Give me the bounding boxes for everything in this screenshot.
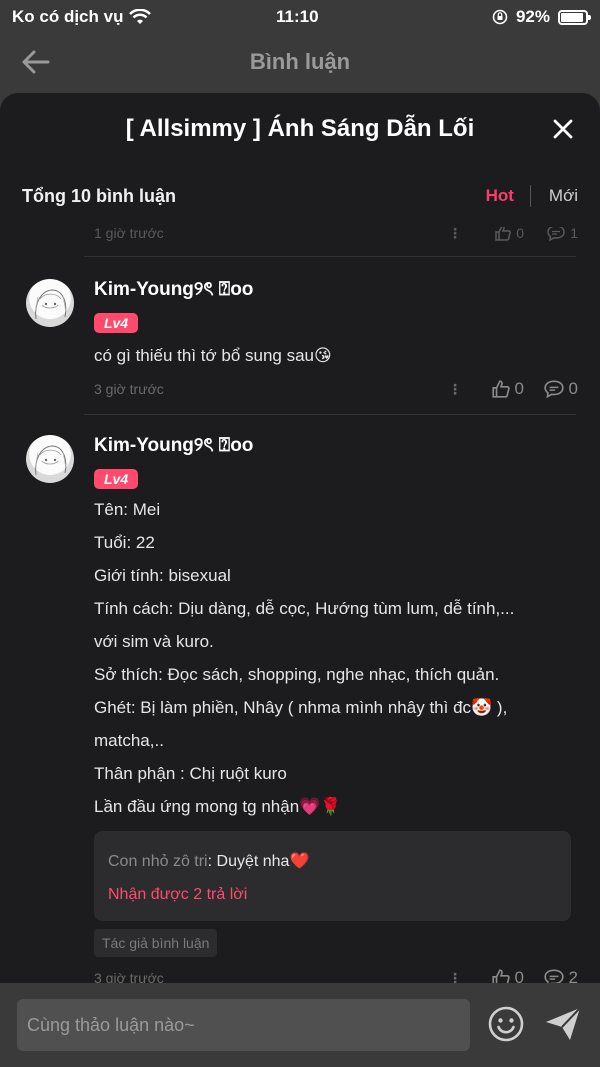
avatar[interactable] (26, 435, 74, 483)
reply-button[interactable]: 2 (524, 968, 578, 983)
thumbs-up-icon (495, 227, 512, 241)
comment-line: Ghét: Bị làm phiền, Nhây ( nhma mình nhâ… (94, 698, 508, 717)
username[interactable]: Kim-Young୨ৎ ⍰oo (94, 275, 578, 307)
like-button[interactable]: 0 (470, 227, 524, 242)
battery-percent: 92% (515, 7, 550, 26)
comment-line: Sở thích: Đọc sách, shopping, nghe nhạc,… (94, 665, 500, 684)
more-icon[interactable]: ⋮ (440, 970, 470, 984)
reply-button[interactable]: 1 (524, 227, 578, 242)
comment-line: Thân phận : Chị ruột kuro (94, 764, 287, 783)
comment-time: 1 giờ trước (94, 227, 164, 241)
comment-count: Tổng 10 bình luận (22, 185, 176, 206)
level-badge: Lv4 (94, 313, 139, 333)
comment-meta-row: 3 giờ trước ⋮ 0 0 (94, 374, 578, 404)
more-icon[interactable]: ⋮ (440, 227, 470, 242)
nav-title: Bình luận (249, 49, 351, 74)
comment-input-bar (0, 983, 600, 1067)
username[interactable]: Kim-Young୨ৎ ⍰oo (94, 431, 578, 463)
send-icon[interactable] (543, 1005, 583, 1043)
comment-text: có gì thiếu thì tớ bổ sung sau😘 (94, 346, 332, 365)
reply-button[interactable]: 0 (524, 379, 578, 399)
status-bar: Ko có dịch vụ 11:10 92% (0, 0, 600, 34)
comment-line: Tên: Mei (94, 500, 161, 519)
comments-sheet: [ Allsimmy ] Ánh Sáng Dẫn Lối Tổng 10 bì… (0, 93, 600, 983)
comment-meta-row: 1 giờ trước ⋮ 0 1 (94, 227, 578, 249)
like-count: 0 (516, 227, 524, 241)
sheet-header: [ Allsimmy ] Ánh Sáng Dẫn Lối (0, 93, 600, 165)
smiley-icon[interactable] (487, 1005, 525, 1043)
battery-icon (558, 9, 591, 25)
close-icon[interactable] (550, 116, 576, 142)
comment-line: Tuổi: 22 (94, 533, 155, 552)
avatar[interactable] (26, 279, 74, 327)
comment-text: Tên: Mei Tuổi: 22 Giới tính: bisexual Tí… (94, 493, 578, 823)
author-tag: Tác giả bình luận (94, 929, 218, 957)
sheet-title: [ Allsimmy ] Ánh Sáng Dẫn Lối (125, 115, 475, 142)
summary-bar: Tổng 10 bình luận Hot Mới (0, 165, 600, 227)
comment-icon (547, 227, 565, 242)
avatar-sketch (34, 445, 67, 476)
comment-icon (543, 969, 564, 983)
divider (84, 414, 576, 415)
like-button[interactable]: 0 (470, 379, 524, 399)
arrow-left-icon[interactable] (20, 46, 52, 78)
more-icon[interactable]: ⋮ (440, 381, 470, 398)
view-replies-link[interactable]: Nhận được 2 trả lời (108, 879, 557, 911)
avatar-sketch (34, 289, 67, 320)
like-count: 0 (514, 379, 524, 398)
comment-input[interactable] (17, 999, 470, 1051)
sort-hot-tab[interactable]: Hot (486, 186, 530, 206)
reply-text: Duyệt nha❤️ (212, 853, 310, 870)
reply-line: Con nhỏ zô tri: Duyệt nha❤️ (108, 845, 557, 879)
comment-meta-row: 3 giờ trước ⋮ 0 2 (94, 963, 578, 983)
reply-count: 2 (568, 968, 578, 983)
reply-count: 0 (568, 379, 578, 398)
comment-line: Giới tính: bisexual (94, 566, 231, 585)
like-button[interactable]: 0 (470, 968, 524, 983)
reply-preview[interactable]: Con nhỏ zô tri: Duyệt nha❤️ Nhận được 2 … (94, 831, 571, 921)
comment-line: Lần đầu ứng mong tg nhận💗🌹 (94, 797, 342, 816)
nav-header: Bình luận (0, 34, 600, 90)
comment-line: matcha,.. (94, 731, 164, 750)
comment-line: với sim và kuro. (94, 632, 214, 651)
comment-list[interactable]: 1 giờ trước ⋮ 0 1 Kim-Young୨ৎ ⍰oo Lv4 có… (0, 227, 600, 983)
comment-time: 3 giờ trước (94, 381, 164, 397)
carrier-label: Ko có dịch vụ (12, 7, 124, 26)
divider (84, 256, 576, 257)
sort-new-tab[interactable]: Mới (531, 186, 578, 206)
reply-author[interactable]: Con nhỏ zô tri (108, 853, 208, 870)
comment-time: 3 giờ trước (94, 970, 164, 983)
like-count: 0 (514, 968, 524, 983)
thumbs-up-icon (491, 969, 510, 983)
comment-line: Tính cách: Dịu dàng, dễ cọc, Hướng tùm l… (94, 599, 515, 618)
sort-tabs: Hot Mới (486, 185, 578, 207)
reply-count: 1 (570, 227, 578, 241)
comment-icon (543, 380, 564, 399)
level-badge: Lv4 (94, 469, 139, 489)
thumbs-up-icon (491, 380, 510, 398)
clock: 11:10 (276, 7, 319, 26)
orientation-lock-icon (492, 9, 508, 25)
wifi-icon (129, 9, 152, 24)
